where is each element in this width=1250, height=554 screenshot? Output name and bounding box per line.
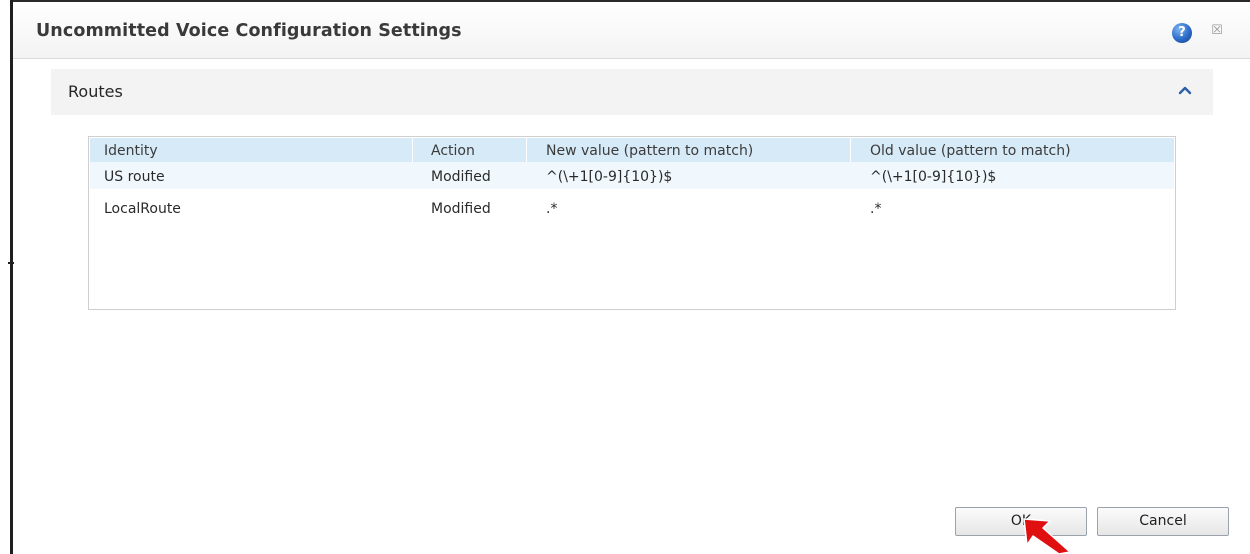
column-header-action[interactable]: Action xyxy=(431,143,475,159)
window-border-tick xyxy=(8,262,14,264)
help-icon[interactable]: ? xyxy=(1172,23,1192,43)
cell-old-value: .* xyxy=(870,201,882,217)
dialog-title: Uncommitted Voice Configuration Settings xyxy=(36,21,462,41)
cell-old-value: ^(\+1[0-9]{10})$ xyxy=(870,169,997,185)
column-header-new-value[interactable]: New value (pattern to match) xyxy=(546,143,753,159)
cell-action: Modified xyxy=(431,169,491,185)
table-row[interactable] xyxy=(90,195,1174,221)
section-title: Routes xyxy=(68,82,123,101)
window-left-border xyxy=(10,0,13,554)
routes-section-header[interactable]: Routes xyxy=(51,69,1213,115)
column-header-old-value[interactable]: Old value (pattern to match) xyxy=(870,143,1071,159)
chevron-up-icon[interactable] xyxy=(1178,83,1192,97)
routes-table: Identity Action New value (pattern to ma… xyxy=(88,136,1176,310)
red-arrow-icon xyxy=(1023,518,1071,554)
cancel-button[interactable]: Cancel xyxy=(1097,507,1229,536)
cell-identity: US route xyxy=(104,169,165,185)
column-header-identity[interactable]: Identity xyxy=(104,143,158,159)
column-separator xyxy=(850,138,851,162)
cell-action: Modified xyxy=(431,201,491,217)
column-separator xyxy=(526,138,527,162)
cell-new-value: .* xyxy=(546,201,558,217)
dialog-titlebar: Uncommitted Voice Configuration Settings… xyxy=(13,2,1250,59)
close-icon[interactable]: ☒ xyxy=(1208,22,1226,40)
column-separator xyxy=(412,138,413,162)
cell-identity: LocalRoute xyxy=(104,201,181,217)
cell-new-value: ^(\+1[0-9]{10})$ xyxy=(546,169,673,185)
